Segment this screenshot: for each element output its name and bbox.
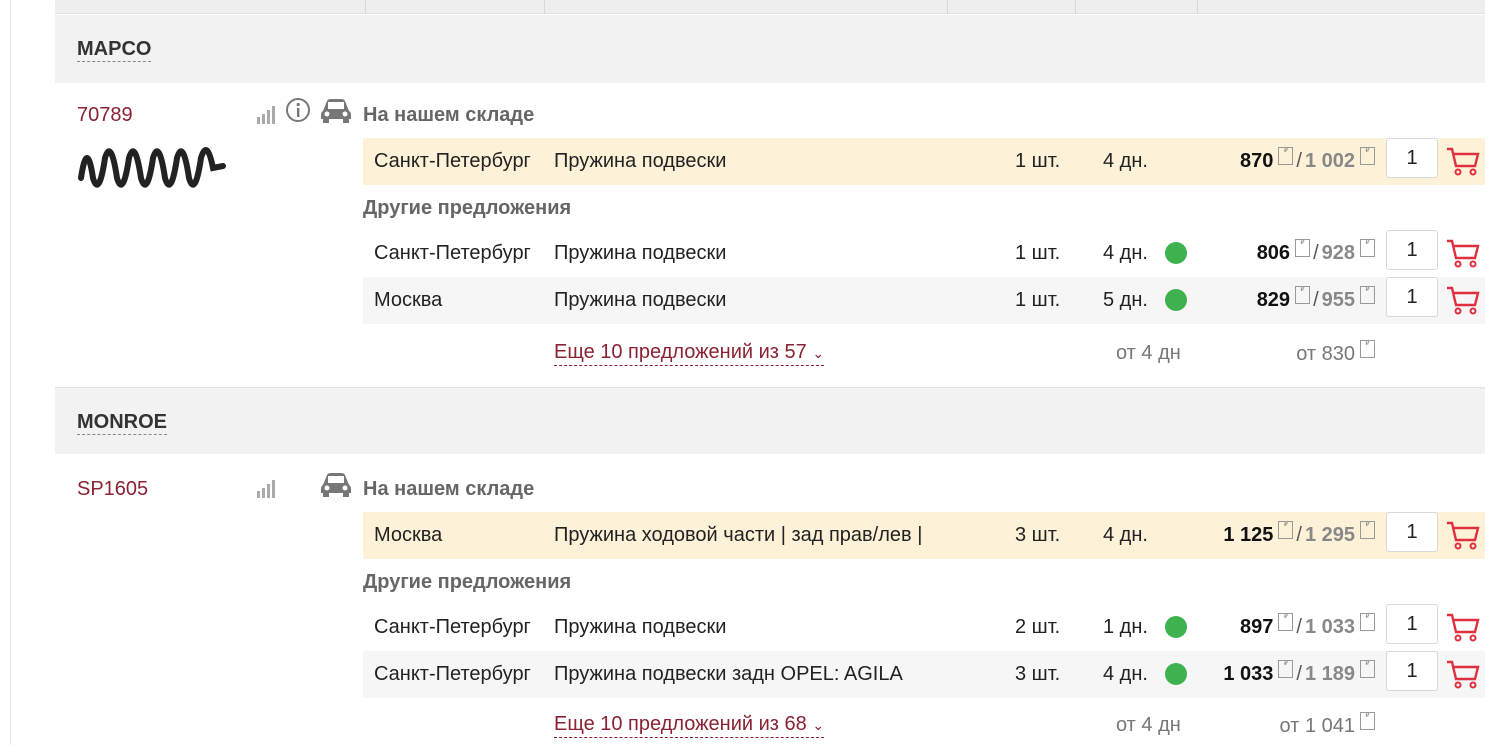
cart-icon[interactable] <box>1446 238 1480 268</box>
cart-icon[interactable] <box>1446 612 1480 642</box>
info-icon[interactable] <box>285 97 311 123</box>
cart-icon[interactable] <box>1446 659 1480 689</box>
offer-row[interactable]: Москва Пружина подвески 1 шт. 5 дн. 829 ₽… <box>363 277 1485 324</box>
signal-bars-icon <box>257 480 275 498</box>
offer-description: Пружина ходовой части | зад прав/лев | <box>554 524 923 546</box>
currency-icon: ₽ <box>1360 660 1375 678</box>
offer-description: Пружина подвески <box>554 289 727 311</box>
offer-row[interactable]: Санкт-Петербург Пружина подвески задн OP… <box>363 651 1485 698</box>
currency-icon: ₽ <box>1278 147 1294 165</box>
stock-label: На нашем складе <box>363 478 535 500</box>
currency-icon: ₽ <box>1278 613 1294 631</box>
chevron-down-icon: ⌄ <box>812 717 825 733</box>
offer-qty: 1 шт. <box>1015 289 1061 311</box>
offer-price: 897 ₽/1 033 ₽ <box>1095 604 1375 651</box>
cart-icon[interactable] <box>1446 146 1480 176</box>
offer-qty: 3 шт. <box>1015 524 1061 546</box>
quantity-input[interactable] <box>1386 138 1438 178</box>
offer-city: Санкт-Петербург <box>374 663 531 685</box>
more-offers-days: от 4 дн <box>1116 342 1181 364</box>
article-number[interactable]: SP1605 <box>77 478 148 501</box>
offer-qty: 1 шт. <box>1015 150 1061 172</box>
brand-header: MONROE <box>55 388 1485 454</box>
offer-city: Санкт-Петербург <box>374 242 531 264</box>
left-gutter <box>0 0 55 745</box>
currency-icon: ₽ <box>1295 286 1311 304</box>
brand-name[interactable]: MAPCO <box>77 37 152 62</box>
brand-name[interactable]: MONROE <box>77 410 167 435</box>
car-icon <box>321 473 351 497</box>
currency-icon: ₽ <box>1360 147 1375 165</box>
offer-price: 1 125 ₽/1 295 ₽ <box>1095 512 1375 559</box>
more-offers-days: от 4 дн <box>1116 714 1181 736</box>
more-offers-link[interactable]: Еще 10 предложений из 68 ⌄ <box>554 712 825 738</box>
table-header <box>55 0 1485 14</box>
currency-icon: ₽ <box>1360 239 1375 257</box>
chevron-down-icon: ⌄ <box>812 345 825 361</box>
more-offers-price: от 1 041 ₽ <box>1280 712 1375 738</box>
offer-city: Санкт-Петербург <box>374 150 531 172</box>
scrollbar[interactable] <box>1485 0 1492 745</box>
currency-icon: ₽ <box>1360 712 1375 730</box>
part-image[interactable] <box>77 138 227 198</box>
offer-city: Москва <box>374 289 443 311</box>
stock-label: На нашем складе <box>363 104 535 126</box>
currency-icon: ₽ <box>1360 286 1375 304</box>
cart-icon[interactable] <box>1446 285 1480 315</box>
currency-icon: ₽ <box>1278 521 1294 539</box>
currency-icon: ₽ <box>1360 613 1375 631</box>
quantity-input[interactable] <box>1386 230 1438 270</box>
offer-city: Москва <box>374 524 443 546</box>
brand-header: MAPCO <box>55 15 1485 83</box>
quantity-input[interactable] <box>1386 512 1438 552</box>
currency-icon: ₽ <box>1295 239 1311 257</box>
other-offers-label: Другие предложения <box>363 571 572 593</box>
offer-qty: 3 шт. <box>1015 663 1061 685</box>
offer-row[interactable]: Санкт-Петербург Пружина подвески 1 шт. 4… <box>363 230 1485 277</box>
currency-icon: ₽ <box>1360 521 1375 539</box>
offer-qty: 2 шт. <box>1015 616 1061 638</box>
car-icon <box>321 99 351 123</box>
offer-price: 829 ₽/955 ₽ <box>1095 277 1375 324</box>
offer-qty: 1 шт. <box>1015 242 1061 264</box>
more-offers-row: Еще 10 предложений из 68 ⌄ от 4 дн от 1 … <box>363 706 1485 745</box>
offer-row[interactable]: Санкт-Петербург Пружина подвески 2 шт. 1… <box>363 604 1485 651</box>
article-number[interactable]: 70789 <box>77 104 133 127</box>
cart-icon[interactable] <box>1446 520 1480 550</box>
quantity-input[interactable] <box>1386 604 1438 644</box>
own-offer-row[interactable]: Москва Пружина ходовой части | зад прав/… <box>363 512 1485 559</box>
more-offers-row: Еще 10 предложений из 57 ⌄ от 4 дн от 83… <box>363 334 1485 374</box>
more-offers-link[interactable]: Еще 10 предложений из 57 ⌄ <box>554 340 825 366</box>
offer-description: Пружина подвески <box>554 616 727 638</box>
quantity-input[interactable] <box>1386 277 1438 317</box>
offer-price: 870 ₽/1 002 ₽ <box>1095 138 1375 185</box>
offer-city: Санкт-Петербург <box>374 616 531 638</box>
quantity-input[interactable] <box>1386 651 1438 691</box>
more-offers-price: от 830 ₽ <box>1296 340 1375 366</box>
currency-icon: ₽ <box>1360 340 1375 358</box>
other-offers-label: Другие предложения <box>363 197 572 219</box>
own-offer-row[interactable]: Санкт-Петербург Пружина подвески 1 шт. 4… <box>363 138 1485 185</box>
offer-description: Пружина подвески <box>554 150 727 172</box>
offer-price: 1 033 ₽/1 189 ₽ <box>1095 651 1375 698</box>
signal-bars-icon <box>257 106 275 124</box>
offer-price: 806 ₽/928 ₽ <box>1095 230 1375 277</box>
offer-description: Пружина подвески задн OPEL: AGILA <box>554 663 903 685</box>
offer-description: Пружина подвески <box>554 242 727 264</box>
currency-icon: ₽ <box>1278 660 1294 678</box>
